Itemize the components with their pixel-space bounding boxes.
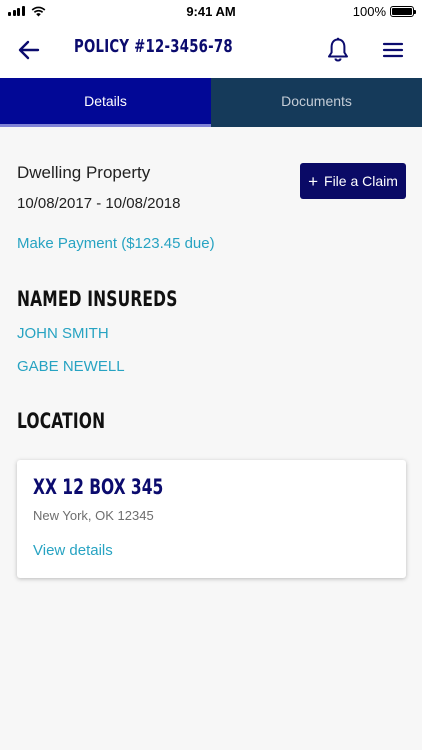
tab-documents[interactable]: Documents <box>211 78 422 127</box>
status-time: 9:41 AM <box>186 3 236 19</box>
insured-name[interactable]: GABE NEWELL <box>17 358 125 375</box>
bell-icon[interactable] <box>326 37 350 63</box>
named-insureds-heading: NAMED INSUREDS <box>17 287 178 311</box>
file-claim-button[interactable]: + File a Claim <box>300 163 406 199</box>
battery-percent: 100% <box>352 3 386 19</box>
battery-fill <box>392 7 412 15</box>
page-title: POLICY #12-3456-78 <box>74 36 233 57</box>
tab-details[interactable]: Details <box>0 78 211 127</box>
wifi-icon <box>31 6 45 16</box>
insured-name[interactable]: JOHN SMITH <box>17 325 109 342</box>
policy-type: Dwelling Property <box>17 163 151 182</box>
hamburger-menu-icon[interactable] <box>382 39 404 61</box>
location-address: XX 12 BOX 345 <box>33 475 164 499</box>
plus-icon: + <box>308 171 319 191</box>
location-city: New York, OK 12345 <box>33 508 154 523</box>
view-details-link[interactable]: View details <box>33 542 113 559</box>
status-left <box>8 6 128 17</box>
location-heading: LOCATION <box>17 409 106 433</box>
status-bar: 9:41 AM 100% <box>0 0 422 22</box>
nav-bar: POLICY #12-3456-78 <box>0 22 422 78</box>
policy-dates: 10/08/2017 - 10/08/2018 <box>17 195 181 212</box>
battery-icon <box>390 5 416 17</box>
location-card[interactable]: XX 12 BOX 345 New York, OK 12345 View de… <box>17 460 406 578</box>
tab-bar: Details Documents <box>0 78 422 127</box>
signal-icon <box>8 6 25 16</box>
file-claim-label: File a Claim <box>324 173 398 189</box>
back-arrow-icon[interactable] <box>18 38 40 62</box>
status-right: 100% <box>294 3 416 19</box>
make-payment-link[interactable]: Make Payment ($123.45 due) <box>17 235 215 252</box>
